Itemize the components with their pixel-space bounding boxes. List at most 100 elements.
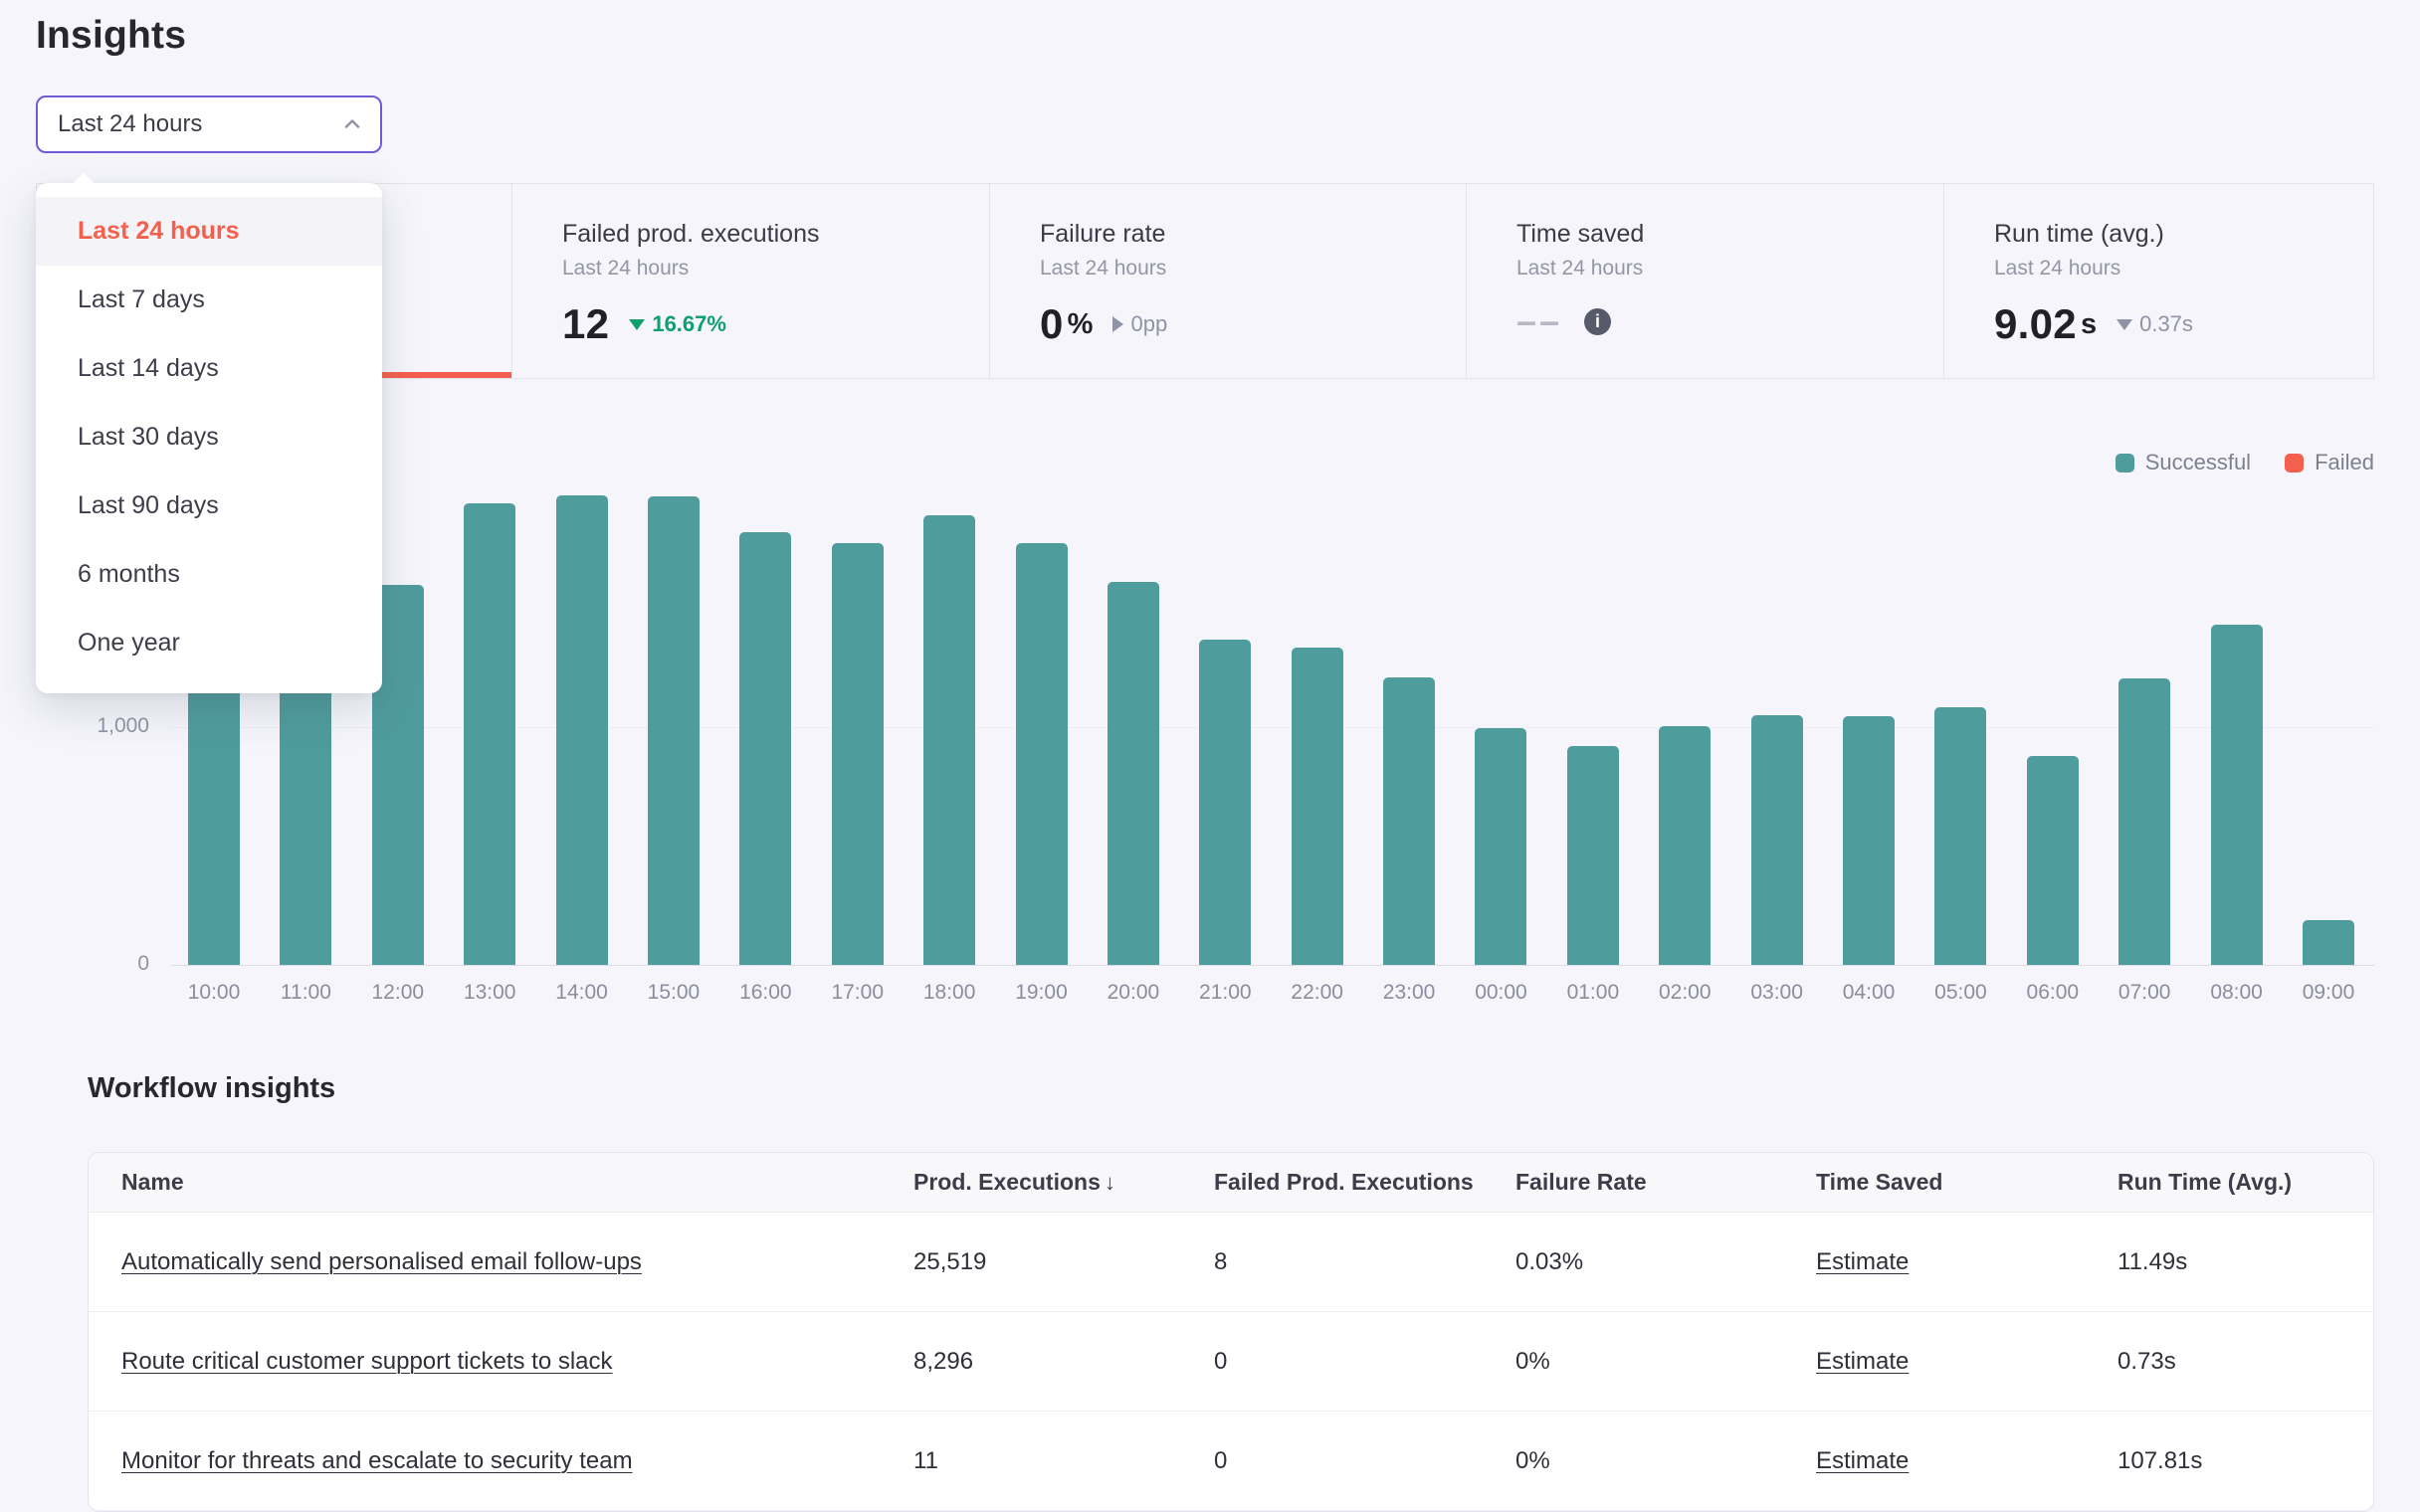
metric-card-time-saved[interactable]: Time saved Last 24 hours –– i	[1467, 184, 1944, 378]
bar-group-0000: 00:00	[1475, 438, 1526, 965]
bar-group-0400: 04:00	[1843, 438, 1895, 965]
table-cell: Monitor for threats and escalate to secu…	[121, 1447, 913, 1475]
bar-group-1300: 13:00	[464, 438, 515, 965]
delta-text: 0.37s	[2139, 311, 2193, 337]
column-header-time-saved[interactable]: Time Saved	[1816, 1169, 2118, 1196]
menu-item-last-24-hours[interactable]: Last 24 hours	[36, 197, 382, 266]
menu-item-6-months[interactable]: 6 months	[36, 540, 382, 609]
bar-successful[interactable]	[464, 503, 515, 965]
bar-successful[interactable]	[1016, 543, 1068, 965]
bar-group-1600: 16:00	[739, 438, 791, 965]
time-saved-estimate-link[interactable]: Estimate	[1816, 1447, 1909, 1474]
column-header-prod-executions[interactable]: Prod. Executions↓	[913, 1169, 1214, 1196]
card-subtitle: Last 24 hours	[1516, 257, 1943, 281]
bar-group-2200: 22:00	[1292, 438, 1343, 965]
table-row: Automatically send personalised email fo…	[89, 1213, 2373, 1312]
bar-group-1900: 19:00	[1016, 438, 1068, 965]
bar-group-0600: 06:00	[2027, 438, 2079, 965]
triangle-right-icon	[1112, 316, 1123, 332]
bar-successful[interactable]	[2303, 920, 2354, 965]
y-tick-1000: 1,000	[36, 714, 149, 738]
table-cell: Estimate	[1816, 1248, 2118, 1276]
card-subtitle: Last 24 hours	[562, 257, 989, 281]
card-value-row: –– i	[1516, 300, 1943, 342]
bar-successful[interactable]	[832, 543, 884, 965]
delta-text: 16.67%	[652, 311, 726, 337]
bar-successful[interactable]	[556, 495, 608, 965]
bar-group-2000: 20:00	[1108, 438, 1159, 965]
bar-successful[interactable]	[1659, 726, 1711, 965]
card-title: Time saved	[1516, 220, 1943, 249]
x-tick-label: 14:00	[555, 981, 608, 1005]
bar-successful[interactable]	[1292, 648, 1343, 965]
bar-group-0700: 07:00	[2118, 438, 2170, 965]
metric-cards-row: Failed prod. executions Last 24 hours 12…	[36, 183, 2374, 379]
column-header-run-time[interactable]: Run Time (Avg.)	[2118, 1169, 2373, 1196]
time-range-selected-value: Last 24 hours	[58, 110, 202, 138]
bar-group-1700: 17:00	[832, 438, 884, 965]
info-icon[interactable]: i	[1584, 308, 1611, 335]
table-header-row: Name Prod. Executions↓ Failed Prod. Exec…	[89, 1153, 2373, 1213]
card-value: 0	[1040, 300, 1064, 348]
column-header-failure-rate[interactable]: Failure Rate	[1515, 1169, 1816, 1196]
bar-successful[interactable]	[2027, 756, 2079, 965]
bar-successful[interactable]	[648, 496, 700, 965]
x-tick-label: 06:00	[2027, 981, 2080, 1005]
menu-item-one-year[interactable]: One year	[36, 609, 382, 677]
x-tick-label: 20:00	[1108, 981, 1160, 1005]
bar-successful[interactable]	[1567, 746, 1619, 965]
bar-successful[interactable]	[2118, 678, 2170, 965]
x-tick-label: 21:00	[1199, 981, 1252, 1005]
workflow-name-link[interactable]: Route critical customer support tickets …	[121, 1348, 613, 1375]
metric-card-failed-prod-executions[interactable]: Failed prod. executions Last 24 hours 12…	[512, 184, 990, 378]
workflow-name-link[interactable]: Automatically send personalised email fo…	[121, 1248, 642, 1275]
menu-item-last-30-days[interactable]: Last 30 days	[36, 403, 382, 472]
triangle-down-icon	[629, 319, 645, 330]
failed-prod-executions-cell: 0	[1214, 1348, 1515, 1376]
run-time-cell: 11.49s	[2118, 1248, 2373, 1276]
metric-card-run-time[interactable]: Run time (avg.) Last 24 hours 9.02 s 0.3…	[1944, 184, 2374, 378]
card-subtitle: Last 24 hours	[1994, 257, 2373, 281]
time-saved-estimate-link[interactable]: Estimate	[1816, 1248, 1909, 1275]
bar-successful[interactable]	[1108, 582, 1159, 965]
bar-successful[interactable]	[923, 515, 975, 965]
bar-group-2300: 23:00	[1383, 438, 1435, 965]
bar-successful[interactable]	[1843, 716, 1895, 965]
bar-successful[interactable]	[280, 688, 331, 965]
table-row: Monitor for threats and escalate to secu…	[89, 1412, 2373, 1511]
bar-successful[interactable]	[1934, 707, 1986, 965]
menu-item-last-7-days[interactable]: Last 7 days	[36, 266, 382, 334]
bar-successful[interactable]	[2211, 625, 2263, 965]
triangle-down-icon	[2117, 319, 2132, 330]
failed-prod-executions-cell: 0	[1214, 1447, 1515, 1475]
delta-badge: 0.37s	[2117, 311, 2193, 337]
column-header-name[interactable]: Name	[121, 1169, 913, 1196]
bar-group-2100: 21:00	[1199, 438, 1251, 965]
column-header-failed-prod-executions[interactable]: Failed Prod. Executions	[1214, 1169, 1515, 1196]
bar-successful[interactable]	[739, 532, 791, 965]
column-header-label: Prod. Executions	[913, 1169, 1101, 1195]
bar-successful[interactable]	[1383, 677, 1435, 965]
bar-successful[interactable]	[188, 688, 240, 965]
card-title: Failed prod. executions	[562, 220, 989, 249]
workflow-name-link[interactable]: Monitor for threats and escalate to secu…	[121, 1447, 633, 1474]
x-tick-label: 23:00	[1383, 981, 1436, 1005]
menu-item-last-14-days[interactable]: Last 14 days	[36, 334, 382, 403]
prod-executions-cell: 11	[913, 1447, 1214, 1475]
bar-group-0100: 01:00	[1567, 438, 1619, 965]
x-tick-label: 18:00	[923, 981, 976, 1005]
run-time-cell: 0.73s	[2118, 1348, 2373, 1376]
card-value: 12	[562, 300, 609, 348]
time-range-select[interactable]: Last 24 hours	[36, 95, 382, 153]
time-saved-estimate-link[interactable]: Estimate	[1816, 1348, 1909, 1375]
bar-successful[interactable]	[1475, 728, 1526, 965]
bar-successful[interactable]	[1751, 715, 1803, 965]
menu-item-last-90-days[interactable]: Last 90 days	[36, 472, 382, 540]
bar-successful[interactable]	[1199, 640, 1251, 965]
metric-card-failure-rate[interactable]: Failure rate Last 24 hours 0 % 0pp	[990, 184, 1467, 378]
bar-group-1800: 18:00	[923, 438, 975, 965]
delta-text: 0pp	[1130, 311, 1167, 337]
executions-bar-chart: 1,000 0 10:0011:0012:0013:0014:0015:0016…	[36, 438, 2374, 1025]
x-tick-label: 03:00	[1750, 981, 1803, 1005]
delta-badge: 16.67%	[629, 311, 726, 337]
